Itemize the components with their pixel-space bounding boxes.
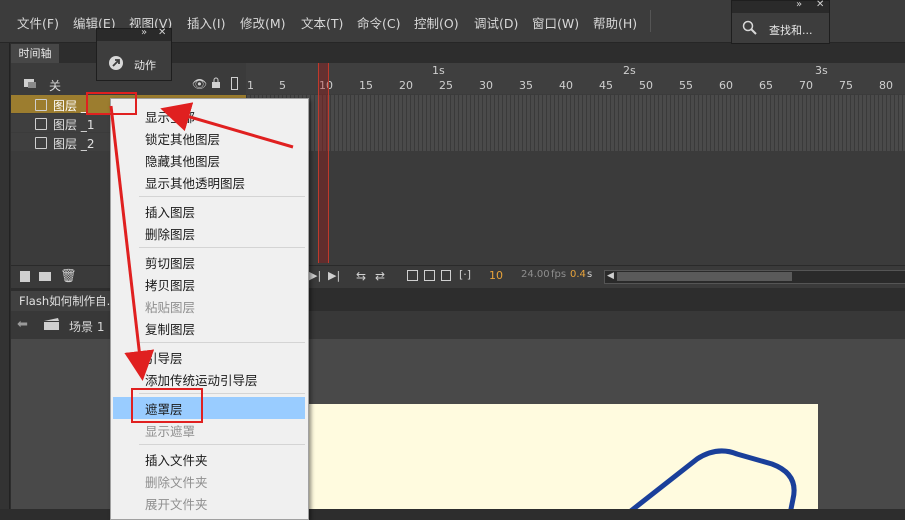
actions-icon[interactable]: [108, 55, 124, 74]
close-icon[interactable]: ✕: [158, 27, 166, 38]
arrow-to-mask: [109, 105, 155, 381]
actions-panel-label[interactable]: 动作: [134, 57, 156, 73]
actions-panel: » ✕ 动作: [96, 27, 172, 81]
arrow-to-layer: [160, 102, 294, 149]
collapse-icon[interactable]: »: [141, 27, 147, 38]
